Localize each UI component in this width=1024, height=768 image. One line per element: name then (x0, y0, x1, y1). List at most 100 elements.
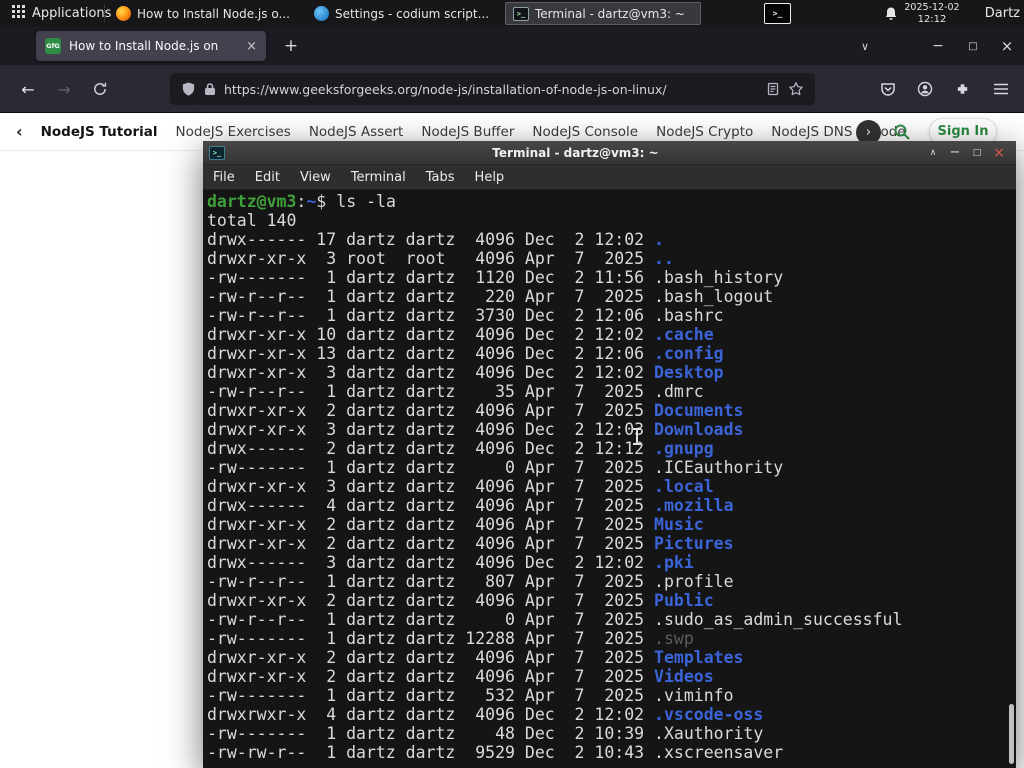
file-name: .Xauthority (654, 724, 764, 743)
top-panel: Applications How to Install Node.js o...… (0, 0, 1024, 27)
file-name: Desktop (654, 363, 724, 382)
terminal-output-line: -rw-r--r-- 1 dartz dartz 220 Apr 7 2025 … (207, 287, 774, 306)
terminal-glyph: >_ (772, 9, 783, 18)
codium-icon (314, 6, 329, 21)
terminal-output[interactable]: dartz@vm3:~$ ls -la total 140 drwx------ … (203, 190, 1016, 768)
terminal-output-line: drwxr-xr-x 2 dartz dartz 4096 Apr 7 2025… (207, 515, 704, 534)
window-close-button[interactable]: × (991, 27, 1023, 65)
taskbar-item-browser[interactable]: How to Install Node.js o... (109, 2, 305, 25)
terminal-output-line: drwx------ 3 dartz dartz 4096 Dec 2 12:0… (207, 553, 694, 572)
forward-button[interactable]: → (50, 75, 78, 103)
nav-item-nodejs-exercises[interactable]: NodeJS Exercises (176, 124, 291, 140)
file-name: .ICEauthority (654, 458, 784, 477)
tray-terminal-icon[interactable]: >_ (764, 3, 791, 24)
nav-item-nodejs-console[interactable]: NodeJS Console (532, 124, 638, 140)
file-name: .viminfo (654, 686, 734, 705)
tab-close-icon[interactable]: × (246, 39, 257, 54)
terminal-output-line: -rw------- 1 dartz dartz 532 Apr 7 2025 … (207, 686, 734, 705)
terminal-title-bar[interactable]: >_ Terminal - dartz@vm3: ~ ∧ − □ × (203, 141, 1016, 165)
menu-view[interactable]: View (300, 170, 331, 185)
menu-terminal[interactable]: Terminal (351, 170, 406, 185)
file-name: .vscode-oss (654, 705, 764, 724)
applications-grid-icon (12, 5, 25, 22)
pocket-icon[interactable] (874, 75, 902, 103)
lock-icon (204, 82, 216, 96)
file-name: .bash_logout (654, 287, 774, 306)
terminal-shade-button[interactable]: ∧ (922, 148, 944, 158)
terminal-output-line: drwxr-xr-x 3 root root 4096 Apr 7 2025 .… (207, 249, 674, 268)
terminal-icon: >_ (513, 6, 529, 21)
taskbar-item-terminal[interactable]: >_ Terminal - dartz@vm3: ~ (505, 2, 701, 25)
list-all-tabs-chevron-icon[interactable]: ∨ (850, 27, 880, 65)
nav-item-nodejs-buffer[interactable]: NodeJS Buffer (421, 124, 514, 140)
menu-edit[interactable]: Edit (255, 170, 280, 185)
terminal-window-icon: >_ (209, 145, 225, 160)
menu-tabs[interactable]: Tabs (426, 170, 455, 185)
file-name: .pki (654, 553, 694, 572)
clock[interactable]: 2025-12-02 12:12 (902, 2, 962, 25)
file-name: Music (654, 515, 704, 534)
site-favicon: GfG (45, 38, 61, 54)
user-menu[interactable]: Dartz (985, 0, 1020, 27)
terminal-output-line: drwxr-xr-x 2 dartz dartz 4096 Apr 7 2025… (207, 401, 744, 420)
tracking-shield-icon[interactable] (181, 81, 196, 97)
terminal-output-line: -rw------- 1 dartz dartz 48 Dec 2 10:39 … (207, 724, 764, 743)
terminal-output-line: -rw------- 1 dartz dartz 1120 Dec 2 11:5… (207, 268, 784, 287)
terminal-output-line: -rw-r--r-- 1 dartz dartz 0 Apr 7 2025 .s… (207, 610, 903, 629)
nav-item-nodejs-assert[interactable]: NodeJS Assert (309, 124, 404, 140)
taskbar-item-label: How to Install Node.js o... (137, 6, 290, 21)
terminal-listing: drwx------ 17 dartz dartz 4096 Dec 2 12:… (207, 230, 1016, 762)
file-name: .dmrc (654, 382, 704, 401)
nav-item-nodejs-dns[interactable]: NodeJS DNS (771, 124, 852, 140)
nav-item-nodejs-crypto[interactable]: NodeJS Crypto (656, 124, 753, 140)
browser-tab[interactable]: GfG How to Install Node.js on × (36, 31, 266, 61)
file-name: .profile (654, 572, 734, 591)
new-tab-button[interactable]: + (276, 27, 306, 65)
taskbar-item-label: Terminal - dartz@vm3: ~ (535, 6, 685, 21)
reader-mode-icon[interactable] (766, 82, 780, 96)
window-maximize-button[interactable]: □ (957, 27, 989, 65)
prompt-symbol: $ (316, 192, 327, 211)
terminal-window-title: Terminal - dartz@vm3: ~ (492, 145, 659, 160)
terminal-output-line: drwxr-xr-x 10 dartz dartz 4096 Dec 2 12:… (207, 325, 714, 344)
url-bar[interactable]: https://www.geeksforgeeks.org/node-js/in… (170, 73, 815, 105)
applications-label: Applications (32, 6, 112, 21)
terminal-minimize-button[interactable]: − (944, 145, 966, 160)
terminal-output-line: -rw------- 1 dartz dartz 0 Apr 7 2025 .I… (207, 458, 784, 477)
notification-bell-icon[interactable] (884, 6, 898, 25)
terminal-output-line: -rw------- 1 dartz dartz 12288 Apr 7 202… (207, 629, 694, 648)
nav-scroll-left-icon[interactable]: ‹ (16, 122, 23, 141)
terminal-maximize-button[interactable]: □ (966, 148, 988, 158)
back-button[interactable]: ← (14, 75, 42, 103)
url-text[interactable]: https://www.geeksforgeeks.org/node-js/in… (224, 82, 758, 97)
terminal-scrollbar-thumb[interactable] (1009, 704, 1014, 764)
taskbar-item-label: Settings - codium script... (335, 6, 490, 21)
menu-help[interactable]: Help (475, 170, 505, 185)
extensions-icon[interactable] (948, 75, 976, 103)
menu-file[interactable]: File (213, 170, 235, 185)
terminal-output-line: drwxr-xr-x 2 dartz dartz 4096 Apr 7 2025… (207, 667, 714, 686)
prompt-separator: : (296, 192, 307, 211)
terminal-close-button[interactable]: × (988, 145, 1010, 161)
taskbar-item-codium[interactable]: Settings - codium script... (307, 2, 503, 25)
file-name: Pictures (654, 534, 734, 553)
terminal-total-line: total 140 (207, 211, 297, 230)
account-icon[interactable] (911, 75, 939, 103)
terminal-window: >_ Terminal - dartz@vm3: ~ ∧ − □ × File … (203, 141, 1016, 768)
bookmark-star-icon[interactable] (788, 81, 804, 97)
terminal-menu-bar: File Edit View Terminal Tabs Help (203, 165, 1016, 190)
file-name: Public (654, 591, 714, 610)
window-minimize-button[interactable]: − (922, 27, 954, 65)
refresh-button[interactable] (86, 75, 114, 103)
nav-item-nodejs-tutorial[interactable]: NodeJS Tutorial (41, 124, 158, 140)
terminal-output-line: -rw-rw-r-- 1 dartz dartz 9529 Dec 2 10:4… (207, 743, 784, 762)
file-name: .swp (654, 629, 694, 648)
terminal-output-line: -rw-r--r-- 1 dartz dartz 3730 Dec 2 12:0… (207, 306, 724, 325)
terminal-prompt-line: dartz@vm3:~$ ls -la (207, 192, 1016, 211)
menu-hamburger-icon[interactable] (987, 75, 1015, 103)
terminal-output-line: drwxr-xr-x 3 dartz dartz 4096 Dec 2 12:0… (207, 363, 724, 382)
file-name: .bash_history (654, 268, 784, 287)
file-name: .. (654, 249, 674, 268)
file-name: Downloads (654, 420, 744, 439)
terminal-output-line: drwxrwxr-x 4 dartz dartz 4096 Dec 2 12:0… (207, 705, 764, 724)
